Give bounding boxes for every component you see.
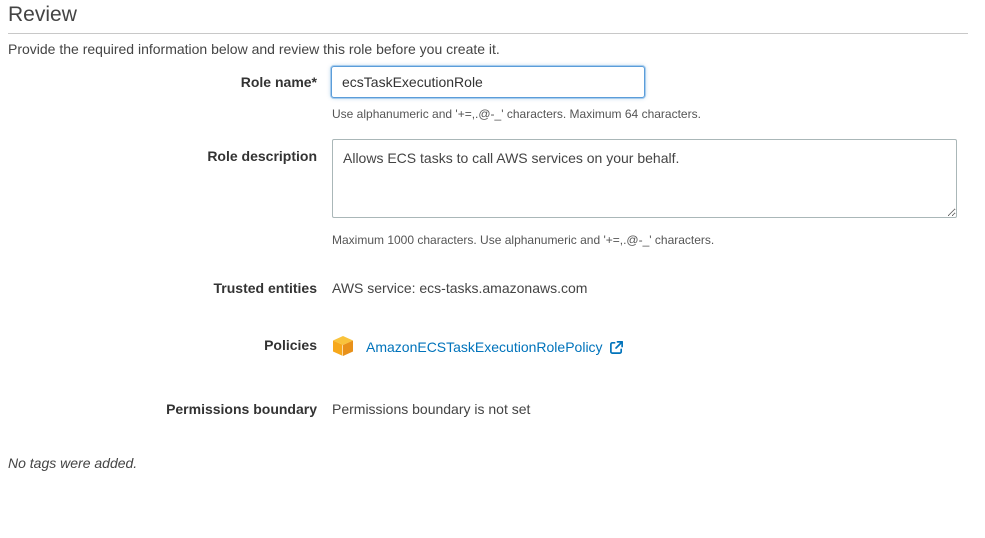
title-divider	[8, 33, 968, 34]
policy-link-label: AmazonECSTaskExecutionRolePolicy	[366, 339, 603, 355]
trusted-entities-label: Trusted entities	[213, 280, 317, 296]
intro-text: Provide the required information below a…	[8, 41, 500, 57]
trusted-entities-value: AWS service: ecs-tasks.amazonaws.com	[332, 280, 588, 296]
role-name-hint: Use alphanumeric and '+=,.@-_' character…	[332, 107, 701, 121]
permissions-boundary-value: Permissions boundary is not set	[332, 401, 531, 417]
page-title: Review	[8, 3, 77, 26]
external-link-icon	[609, 341, 623, 354]
role-description-label: Role description	[207, 148, 317, 164]
policy-box-icon	[333, 336, 353, 356]
policies-label: Policies	[264, 337, 317, 353]
role-name-input[interactable]	[331, 66, 645, 98]
role-description-hint: Maximum 1000 characters. Use alphanumeri…	[332, 233, 715, 247]
no-tags-text: No tags were added.	[8, 455, 138, 471]
role-description-textarea[interactable]: Allows ECS tasks to call AWS services on…	[332, 139, 957, 218]
permissions-boundary-label: Permissions boundary	[166, 401, 317, 417]
policy-link[interactable]: AmazonECSTaskExecutionRolePolicy	[366, 339, 624, 356]
role-name-label: Role name*	[240, 74, 317, 90]
